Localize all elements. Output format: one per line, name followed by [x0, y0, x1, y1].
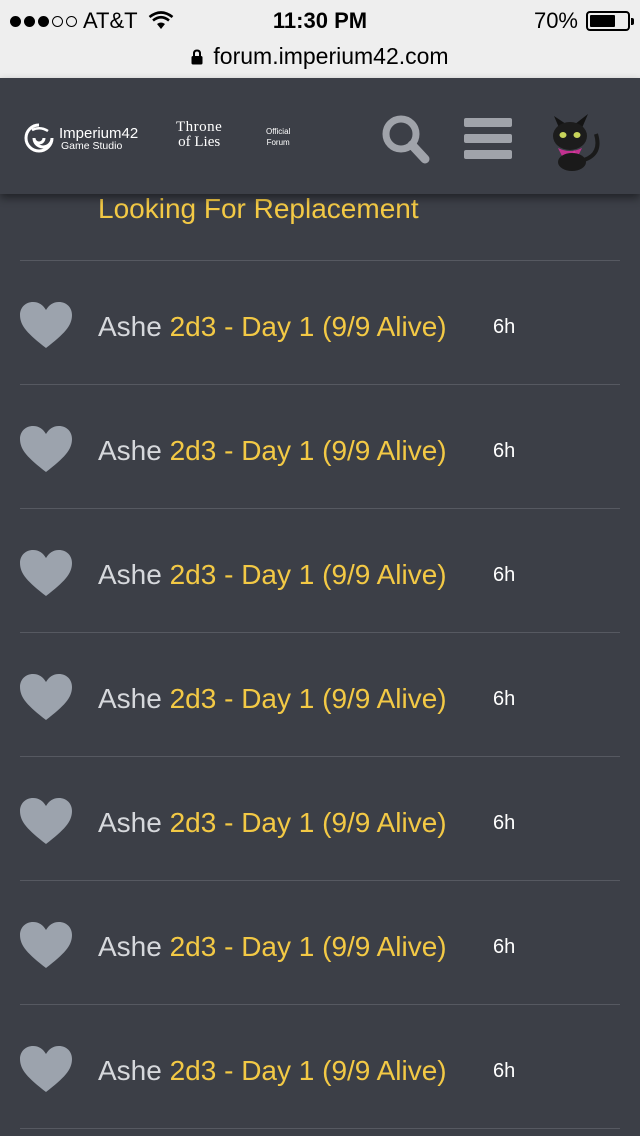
topic-title[interactable]: 2d3 - Day 1 (9/9 Alive)	[170, 559, 447, 590]
topic-title[interactable]: 2d3 - Day 1 (9/9 Alive)	[170, 931, 447, 962]
black-cat-avatar	[553, 114, 600, 171]
topic-text[interactable]: Ashe 2d3 - Day 1 (9/9 Alive)	[98, 931, 447, 963]
forum-header: Imperium42 Game Studio Throne of Lies Of…	[0, 78, 640, 194]
topic-poster: Ashe	[98, 435, 162, 466]
topic-poster: Ashe	[98, 931, 162, 962]
topic-text[interactable]: Ashe 2d3 - Day 1 (9/9 Alive)	[98, 559, 447, 591]
heart-icon[interactable]	[18, 1045, 74, 1095]
official-forum-label: Official Forum	[266, 126, 290, 148]
brand-name: Imperium42	[59, 124, 139, 142]
topic-age: 6h	[493, 440, 516, 462]
topic-text[interactable]: Ashe 2d3 - Day 1 (9/9 Alive)	[98, 435, 447, 467]
battery-percent: 70%	[533, 8, 578, 33]
topic-text[interactable]: Ashe 2d3 - Day 1 (9/9 Alive)	[98, 311, 447, 343]
game-title-line2: of Lies	[178, 134, 221, 150]
user-avatar-button[interactable]	[544, 106, 608, 172]
topic-title[interactable]: 2d3 - Day 1 (9/9 Alive)	[170, 683, 447, 714]
search-button[interactable]	[378, 112, 432, 166]
heart-icon[interactable]	[18, 549, 74, 599]
ios-status-bar: AT&T 11:30 PM 70% forum.imperium42.com	[0, 0, 640, 78]
heart-icon[interactable]	[18, 797, 74, 847]
topic-title-partial[interactable]: Looking For Replacement	[98, 194, 419, 224]
url-bar[interactable]: forum.imperium42.com	[0, 40, 640, 72]
topic-title[interactable]: 2d3 - Day 1 (9/9 Alive)	[170, 1055, 447, 1086]
official-line2: Forum	[266, 138, 290, 147]
battery-icon	[586, 11, 634, 31]
topic-title[interactable]: 2d3 - Day 1 (9/9 Alive)	[170, 807, 447, 838]
heart-icon[interactable]	[18, 673, 74, 723]
topic-row[interactable]: Ashe 2d3 - Day 1 (9/9 Alive) 6h	[0, 261, 640, 385]
hamburger-menu-button[interactable]	[464, 118, 514, 160]
topic-age: 6h	[493, 812, 516, 834]
topic-poster: Ashe	[98, 807, 162, 838]
topic-row[interactable]: Ashe 2d3 - Day 1 (9/9 Alive) 6h	[0, 757, 640, 881]
topic-row[interactable]: Ashe 2d3 - Day 1 (9/9 Alive) 6h	[0, 633, 640, 757]
heart-icon[interactable]	[18, 301, 74, 351]
lock-icon	[191, 49, 203, 65]
game-title-line1: Throne	[176, 119, 223, 135]
topic-row[interactable]: Ashe 2d3 - Day 1 (9/9 Alive) 6h	[0, 881, 640, 1005]
heart-icon[interactable]	[18, 921, 74, 971]
topic-text[interactable]: Ashe 2d3 - Day 1 (9/9 Alive)	[98, 1055, 447, 1087]
topic-title[interactable]: 2d3 - Day 1 (9/9 Alive)	[170, 435, 447, 466]
topic-age: 6h	[493, 564, 516, 586]
topic-poster: Ashe	[98, 559, 162, 590]
official-line1: Official	[266, 127, 291, 136]
topic-poster: Ashe	[98, 1055, 162, 1086]
throne-of-lies-logo[interactable]: Throne of Lies	[176, 120, 222, 150]
topic-age: 6h	[493, 316, 516, 338]
topic-row[interactable]: Ashe 2d3 - Day 1 (9/9 Alive) 6h	[0, 509, 640, 633]
topic-age: 6h	[493, 936, 516, 958]
topic-row[interactable]: Ashe 2d3 - Day 1 (9/9 Alive) 6h	[0, 385, 640, 509]
heart-icon[interactable]	[18, 425, 74, 475]
imperium42-logo[interactable]: Imperium42 Game Studio	[22, 122, 138, 154]
search-icon	[382, 115, 430, 164]
topic-poster: Ashe	[98, 311, 162, 342]
topic-age: 6h	[493, 688, 516, 710]
topic-row[interactable]: Ashe 2d3 - Day 1 (9/9 Alive) 6h	[0, 1005, 640, 1129]
topic-poster: Ashe	[98, 683, 162, 714]
url-text: forum.imperium42.com	[213, 42, 449, 69]
divider	[20, 1128, 620, 1129]
topic-title[interactable]: 2d3 - Day 1 (9/9 Alive)	[170, 311, 447, 342]
imperium42-swirl-icon	[24, 123, 54, 153]
topic-text[interactable]: Ashe 2d3 - Day 1 (9/9 Alive)	[98, 683, 447, 715]
topic-text[interactable]: Ashe 2d3 - Day 1 (9/9 Alive)	[98, 807, 447, 839]
brand-subtitle: Game Studio	[61, 139, 123, 152]
topic-age: 6h	[493, 1060, 516, 1082]
